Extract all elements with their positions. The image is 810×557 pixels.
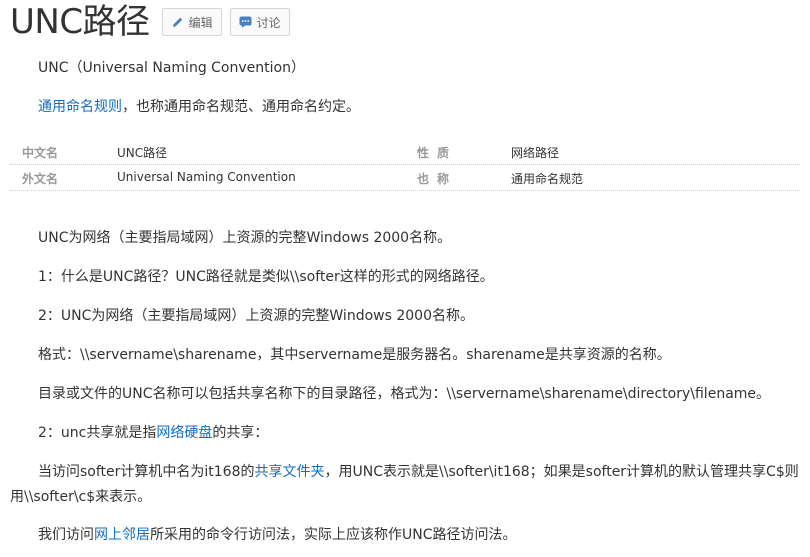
paragraph: 格式：\\servername\sharename，其中servername是服… (38, 347, 671, 363)
info-key: 外文名 (22, 172, 59, 186)
paragraph: 目录或文件的UNC名称可以包括共享名称下的目录路径，格式为：\\serverna… (38, 386, 771, 402)
intro-line-1: UNC（Universal Naming Convention） (38, 60, 305, 76)
title-row: UNC路径 编辑 讨论 (10, 0, 290, 44)
info-row: 中文名 UNC路径 性质 网络路径 (10, 139, 800, 165)
page-title: UNC路径 (10, 2, 150, 42)
info-value: 网络路径 (511, 146, 560, 160)
link-shared-folder[interactable]: 共享文件夹 (255, 464, 325, 480)
intro-line-2: 通用命名规则，也称通用命名规范、通用命名约定。 (38, 99, 360, 115)
pencil-icon (171, 15, 185, 29)
info-row: 外文名 Universal Naming Convention 也称 通用命名规… (10, 165, 800, 191)
paragraph: UNC为网络（主要指局域网）上资源的完整Windows 2000名称。 (38, 230, 452, 246)
info-value: Universal Naming Convention (117, 170, 296, 184)
edit-label: 编辑 (188, 15, 213, 30)
info-box: 中文名 UNC路径 性质 网络路径 外文名 Universal Naming C… (10, 139, 800, 191)
paragraph: 我们访问网上邻居所采用的命令行访问法，实际上应该称作UNC路径访问法。 (38, 527, 517, 543)
chat-bubble-icon (239, 15, 253, 29)
discuss-button[interactable]: 讨论 (229, 8, 290, 36)
paragraph: 2：UNC为网络（主要指局域网）上资源的完整Windows 2000名称。 (38, 308, 474, 324)
link-naming-rule[interactable]: 通用命名规则 (38, 99, 122, 115)
info-key: 中文名 (22, 146, 59, 160)
discuss-label: 讨论 (256, 15, 281, 30)
link-network-neighborhood[interactable]: 网上邻居 (94, 527, 150, 543)
edit-button[interactable]: 编辑 (161, 8, 222, 36)
paragraph: 1：什么是UNC路径？UNC路径就是类似\\softer这样的形式的网络路径。 (38, 269, 494, 285)
paragraph: 2：unc共享就是指网络硬盘的共享： (38, 425, 269, 441)
link-network-disk[interactable]: 网络硬盘 (156, 425, 212, 441)
info-key: 也称 (417, 172, 458, 186)
info-value: 通用命名规范 (511, 172, 584, 186)
info-value: UNC路径 (117, 146, 168, 160)
paragraph: 当访问softer计算机中名为it168的共享文件夹，用UNC表示就是\\sof… (10, 464, 799, 505)
info-key: 性质 (417, 146, 458, 160)
